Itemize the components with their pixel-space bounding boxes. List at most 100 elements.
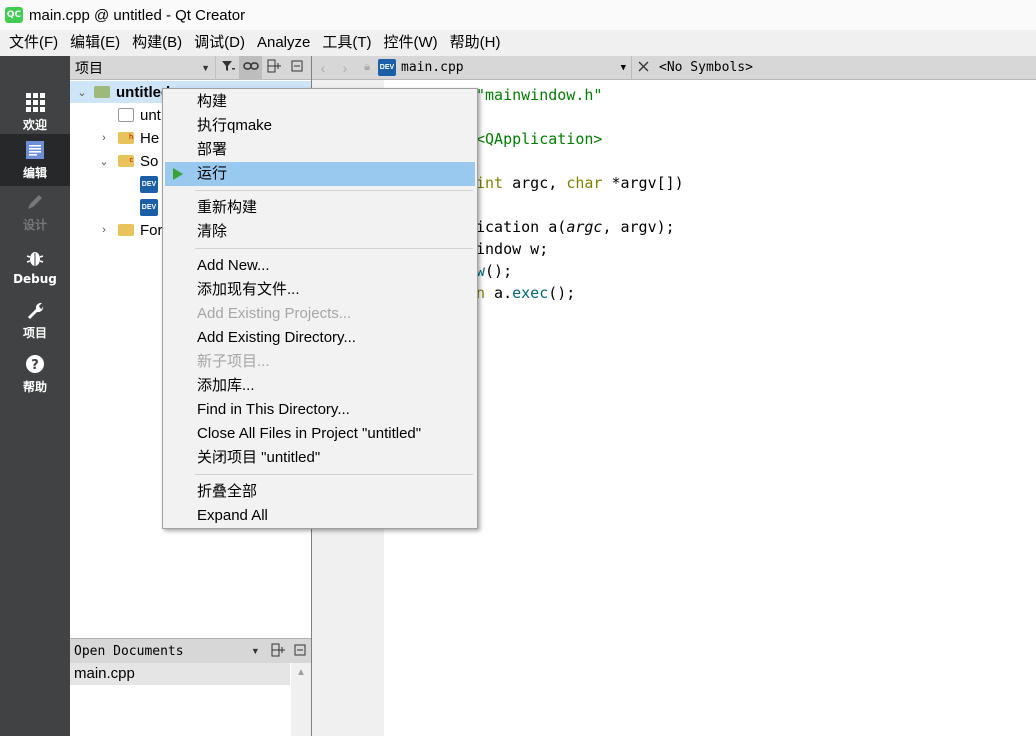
menu-separator (195, 474, 473, 475)
menu-item-item-3-0[interactable]: 折叠全部 (165, 480, 475, 504)
scroll-up-icon[interactable]: ▲ (291, 667, 311, 678)
menu-item-label: 折叠全部 (197, 483, 258, 500)
menu-item-label: 执行qmake (197, 117, 273, 134)
document-combo-label: main.cpp (401, 60, 464, 75)
code-line: w(); (476, 262, 512, 280)
symbols-combo[interactable]: <No Symbols> (655, 60, 753, 75)
menu-item-item-0-0[interactable]: 构建 (165, 90, 475, 114)
menu-item-add-new[interactable]: Add New... (165, 254, 475, 278)
open-documents-combo-button[interactable]: ▼ (244, 639, 266, 663)
mode-label: 帮助 (22, 380, 47, 394)
code-line: ication a(argc, argv); (476, 218, 675, 236)
menu-item-label: 添加库... (197, 377, 255, 394)
menu-debug[interactable]: 调试(D) (188, 30, 251, 56)
document-combo[interactable]: main.cpp ▼ (396, 55, 632, 80)
chevron-down-icon: ▼ (201, 62, 210, 73)
mode-welcome[interactable]: 欢迎 (0, 86, 70, 138)
pro-file-icon (118, 108, 134, 122)
grid-icon (24, 91, 46, 113)
chevron-down-icon: ▼ (250, 646, 260, 656)
title-bar: QC main.cpp @ untitled - Qt Creator (0, 0, 1036, 30)
open-documents-list: main.cpp ▲ (70, 663, 311, 736)
scrollbar[interactable]: ▲ (291, 663, 311, 736)
chevron-down-icon: ⌄ (99, 155, 109, 168)
menu-item-label: 清除 (197, 223, 228, 240)
tree-item-label: So (140, 152, 159, 170)
project-view-label: 项目 (75, 59, 103, 76)
cpp-file-icon: DEV (140, 198, 158, 216)
menu-item-item-0-3[interactable]: 运行 (165, 162, 475, 186)
svg-text:?: ? (31, 358, 39, 373)
split-button[interactable] (267, 639, 289, 663)
qt-creator-logo-icon: QC (5, 7, 23, 23)
menu-item-expand-all[interactable]: Expand All (165, 504, 475, 528)
filter-button[interactable] (216, 56, 239, 80)
split-button[interactable] (262, 56, 285, 80)
code-token: <QApplication> (476, 130, 603, 148)
project-panel-toolbar: 项目 ▼ (70, 55, 311, 80)
lock-icon: 🔒︎ (364, 61, 370, 73)
editor-toolbar: ‹ › 🔒︎ DEV main.cpp ▼ <No Symbols> (312, 55, 1036, 80)
menu-item-label: 构建 (197, 93, 228, 110)
close-document-button[interactable] (632, 56, 655, 80)
close-panel-icon (294, 644, 306, 659)
code-token: int (476, 174, 504, 192)
menu-item-label: Find in This Directory... (197, 401, 350, 418)
menu-build[interactable]: 构建(B) (126, 30, 188, 56)
qt-creator-window: QC main.cpp @ untitled - Qt Creator 文件(F… (0, 0, 1036, 736)
code-line: indow w; (476, 240, 548, 258)
close-panel-button[interactable] (289, 639, 311, 663)
go-back-icon[interactable]: ‹ (312, 60, 334, 76)
menu-item-find-in-this-directory[interactable]: Find in This Directory... (165, 398, 475, 422)
cpp-file-icon: DEV (378, 59, 396, 76)
mode-design[interactable]: 设计 (0, 186, 70, 238)
code-line: int argc, char *argv[]) (476, 174, 684, 192)
menu-edit[interactable]: 编辑(E) (64, 30, 126, 56)
mode-label: 项目 (22, 326, 47, 340)
menu-help[interactable]: 帮助(H) (444, 30, 507, 56)
menu-widgets[interactable]: 控件(W) (378, 30, 444, 56)
chevron-right-icon: › (102, 224, 106, 236)
menu-item-item-1-1[interactable]: 清除 (165, 220, 475, 244)
menu-item-add-existing-directory[interactable]: Add Existing Directory... (165, 326, 475, 350)
menu-item-label: Add New... (197, 257, 270, 274)
menu-item-close-all-files-in-project-untitled[interactable]: Close All Files in Project "untitled" (165, 422, 475, 446)
menu-item-item-2-1[interactable]: 添加现有文件... (165, 278, 475, 302)
code-editor[interactable]: "mainwindow.h" <QApplication> int argc, ch… (384, 80, 1036, 736)
menu-item-untitled[interactable]: 关闭项目 "untitled" (165, 446, 475, 470)
tree-item-label: He (140, 129, 160, 147)
menu-analyze[interactable]: Analyze (251, 30, 316, 56)
menu-tools[interactable]: 工具(T) (316, 30, 377, 56)
sync-editor-button[interactable] (239, 55, 262, 80)
mode-projects[interactable]: 项目 (0, 294, 70, 346)
project-context-menu: 构建 执行qmake 部署 运行 重新构建 清除 Add New... 添加现有文件... Ad… (162, 88, 478, 529)
close-panel-icon (291, 60, 303, 75)
menu-item-item-2-5[interactable]: 添加库... (165, 374, 475, 398)
menu-item-qmake[interactable]: 执行qmake (165, 114, 475, 138)
window-title: main.cpp @ untitled - Qt Creator (29, 6, 246, 24)
menu-separator (195, 248, 473, 249)
close-panel-button[interactable] (285, 56, 308, 80)
wrench-icon (24, 299, 46, 321)
bug-icon (24, 247, 46, 269)
menu-item-add-existing-projects[interactable]: Add Existing Projects... (165, 302, 475, 326)
mode-debug[interactable]: Debug (0, 240, 70, 292)
menu-item-item-1-0[interactable]: 重新构建 (165, 196, 475, 220)
code-token: , argv); (602, 218, 675, 236)
pencil-icon (24, 191, 46, 213)
go-forward-icon[interactable]: › (334, 60, 356, 76)
menu-item-item-0-2[interactable]: 部署 (165, 138, 475, 162)
menu-file[interactable]: 文件(F) (3, 30, 64, 56)
open-document-item[interactable]: main.cpp (70, 663, 290, 685)
menu-separator (195, 190, 473, 191)
mode-label: 欢迎 (22, 118, 47, 132)
mode-edit[interactable]: 编辑 (0, 134, 70, 186)
cpp-file-icon: DEV (140, 175, 158, 193)
project-view-combo[interactable]: 项目 ▼ (70, 55, 216, 80)
code-line: <QApplication> (476, 130, 602, 148)
project-folder-icon (94, 86, 110, 98)
menu-item-item-2-4[interactable]: 新子项目... (165, 350, 475, 374)
mode-help[interactable]: ? 帮助 (0, 348, 70, 400)
filter-icon (221, 59, 235, 76)
mode-sidebar: 欢迎 编辑 设计 Debug 项目 ? 帮助 (0, 56, 70, 736)
